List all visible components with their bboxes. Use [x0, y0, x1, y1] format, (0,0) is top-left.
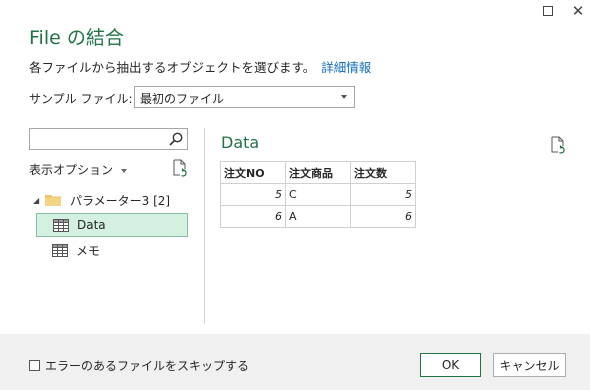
tree-item-data[interactable]: Data: [36, 213, 188, 237]
sample-file-value: 最初のファイル: [140, 92, 225, 106]
table-cell: C: [285, 183, 351, 206]
table-header-row: 注文NO 注文商品 注文数: [220, 161, 416, 184]
tree-folder-parameter3[interactable]: ◢ パラメーター3 [2]: [33, 190, 170, 210]
ok-button[interactable]: OK: [420, 353, 481, 377]
details-link[interactable]: 詳細情報: [321, 60, 371, 75]
pane-divider[interactable]: [204, 128, 205, 324]
refresh-icon[interactable]: [171, 159, 189, 177]
refresh-icon[interactable]: [549, 136, 567, 154]
table-cell: 6: [350, 205, 416, 228]
table-cell: 5: [350, 183, 416, 206]
table-icon: [52, 243, 68, 257]
chevron-down-icon: [121, 168, 128, 173]
display-options-label: 表示オプション: [29, 163, 114, 177]
table-row: 5 C 5: [220, 183, 416, 206]
column-header: 注文数: [350, 161, 416, 184]
sample-file-dropdown[interactable]: 最初のファイル: [134, 86, 355, 108]
table-cell: 5: [220, 183, 286, 206]
preview-title: Data: [221, 133, 260, 152]
dialog-description: 各ファイルから抽出するオブジェクトを選びます。 詳細情報: [29, 57, 371, 76]
preview-table: 注文NO 注文商品 注文数 5 C 5 6 A 6: [220, 161, 416, 228]
tree-item-label: メモ: [76, 243, 101, 258]
table-icon: [53, 218, 69, 232]
dialog-footer: エラーのあるファイルをスキップする OK キャンセル: [0, 334, 590, 390]
folder-icon: [45, 195, 61, 206]
chevron-down-icon: [341, 95, 347, 99]
dialog-title: File の結合: [29, 27, 124, 49]
tree-folder-label: パラメーター3 [2]: [70, 193, 171, 208]
tree-item-memo[interactable]: メモ: [36, 238, 188, 262]
search-icon: [169, 132, 183, 146]
maximize-button[interactable]: [533, 0, 563, 22]
column-header: 注文NO: [220, 161, 286, 184]
column-header: 注文商品: [285, 161, 351, 184]
table-cell: 6: [220, 205, 286, 228]
display-options-dropdown[interactable]: 表示オプション: [29, 161, 128, 178]
cancel-button[interactable]: キャンセル: [493, 353, 566, 377]
skip-errors-label: エラーのあるファイルをスキップする: [45, 359, 250, 373]
description-text: 各ファイルから抽出するオブジェクトを選びます。: [29, 60, 316, 75]
skip-errors-checkbox[interactable]: エラーのあるファイルをスキップする: [29, 357, 249, 374]
close-button[interactable]: ✕: [563, 0, 590, 22]
maximize-icon: [543, 6, 553, 16]
sample-file-label: サンプル ファイル:: [29, 92, 133, 106]
search-input[interactable]: [29, 128, 188, 150]
table-cell: A: [285, 205, 351, 228]
checkbox-box[interactable]: [29, 360, 40, 371]
close-icon: ✕: [571, 1, 585, 20]
tree-item-label: Data: [77, 218, 106, 232]
collapse-triangle-icon[interactable]: ◢: [33, 196, 43, 205]
table-row: 6 A 6: [220, 205, 416, 228]
